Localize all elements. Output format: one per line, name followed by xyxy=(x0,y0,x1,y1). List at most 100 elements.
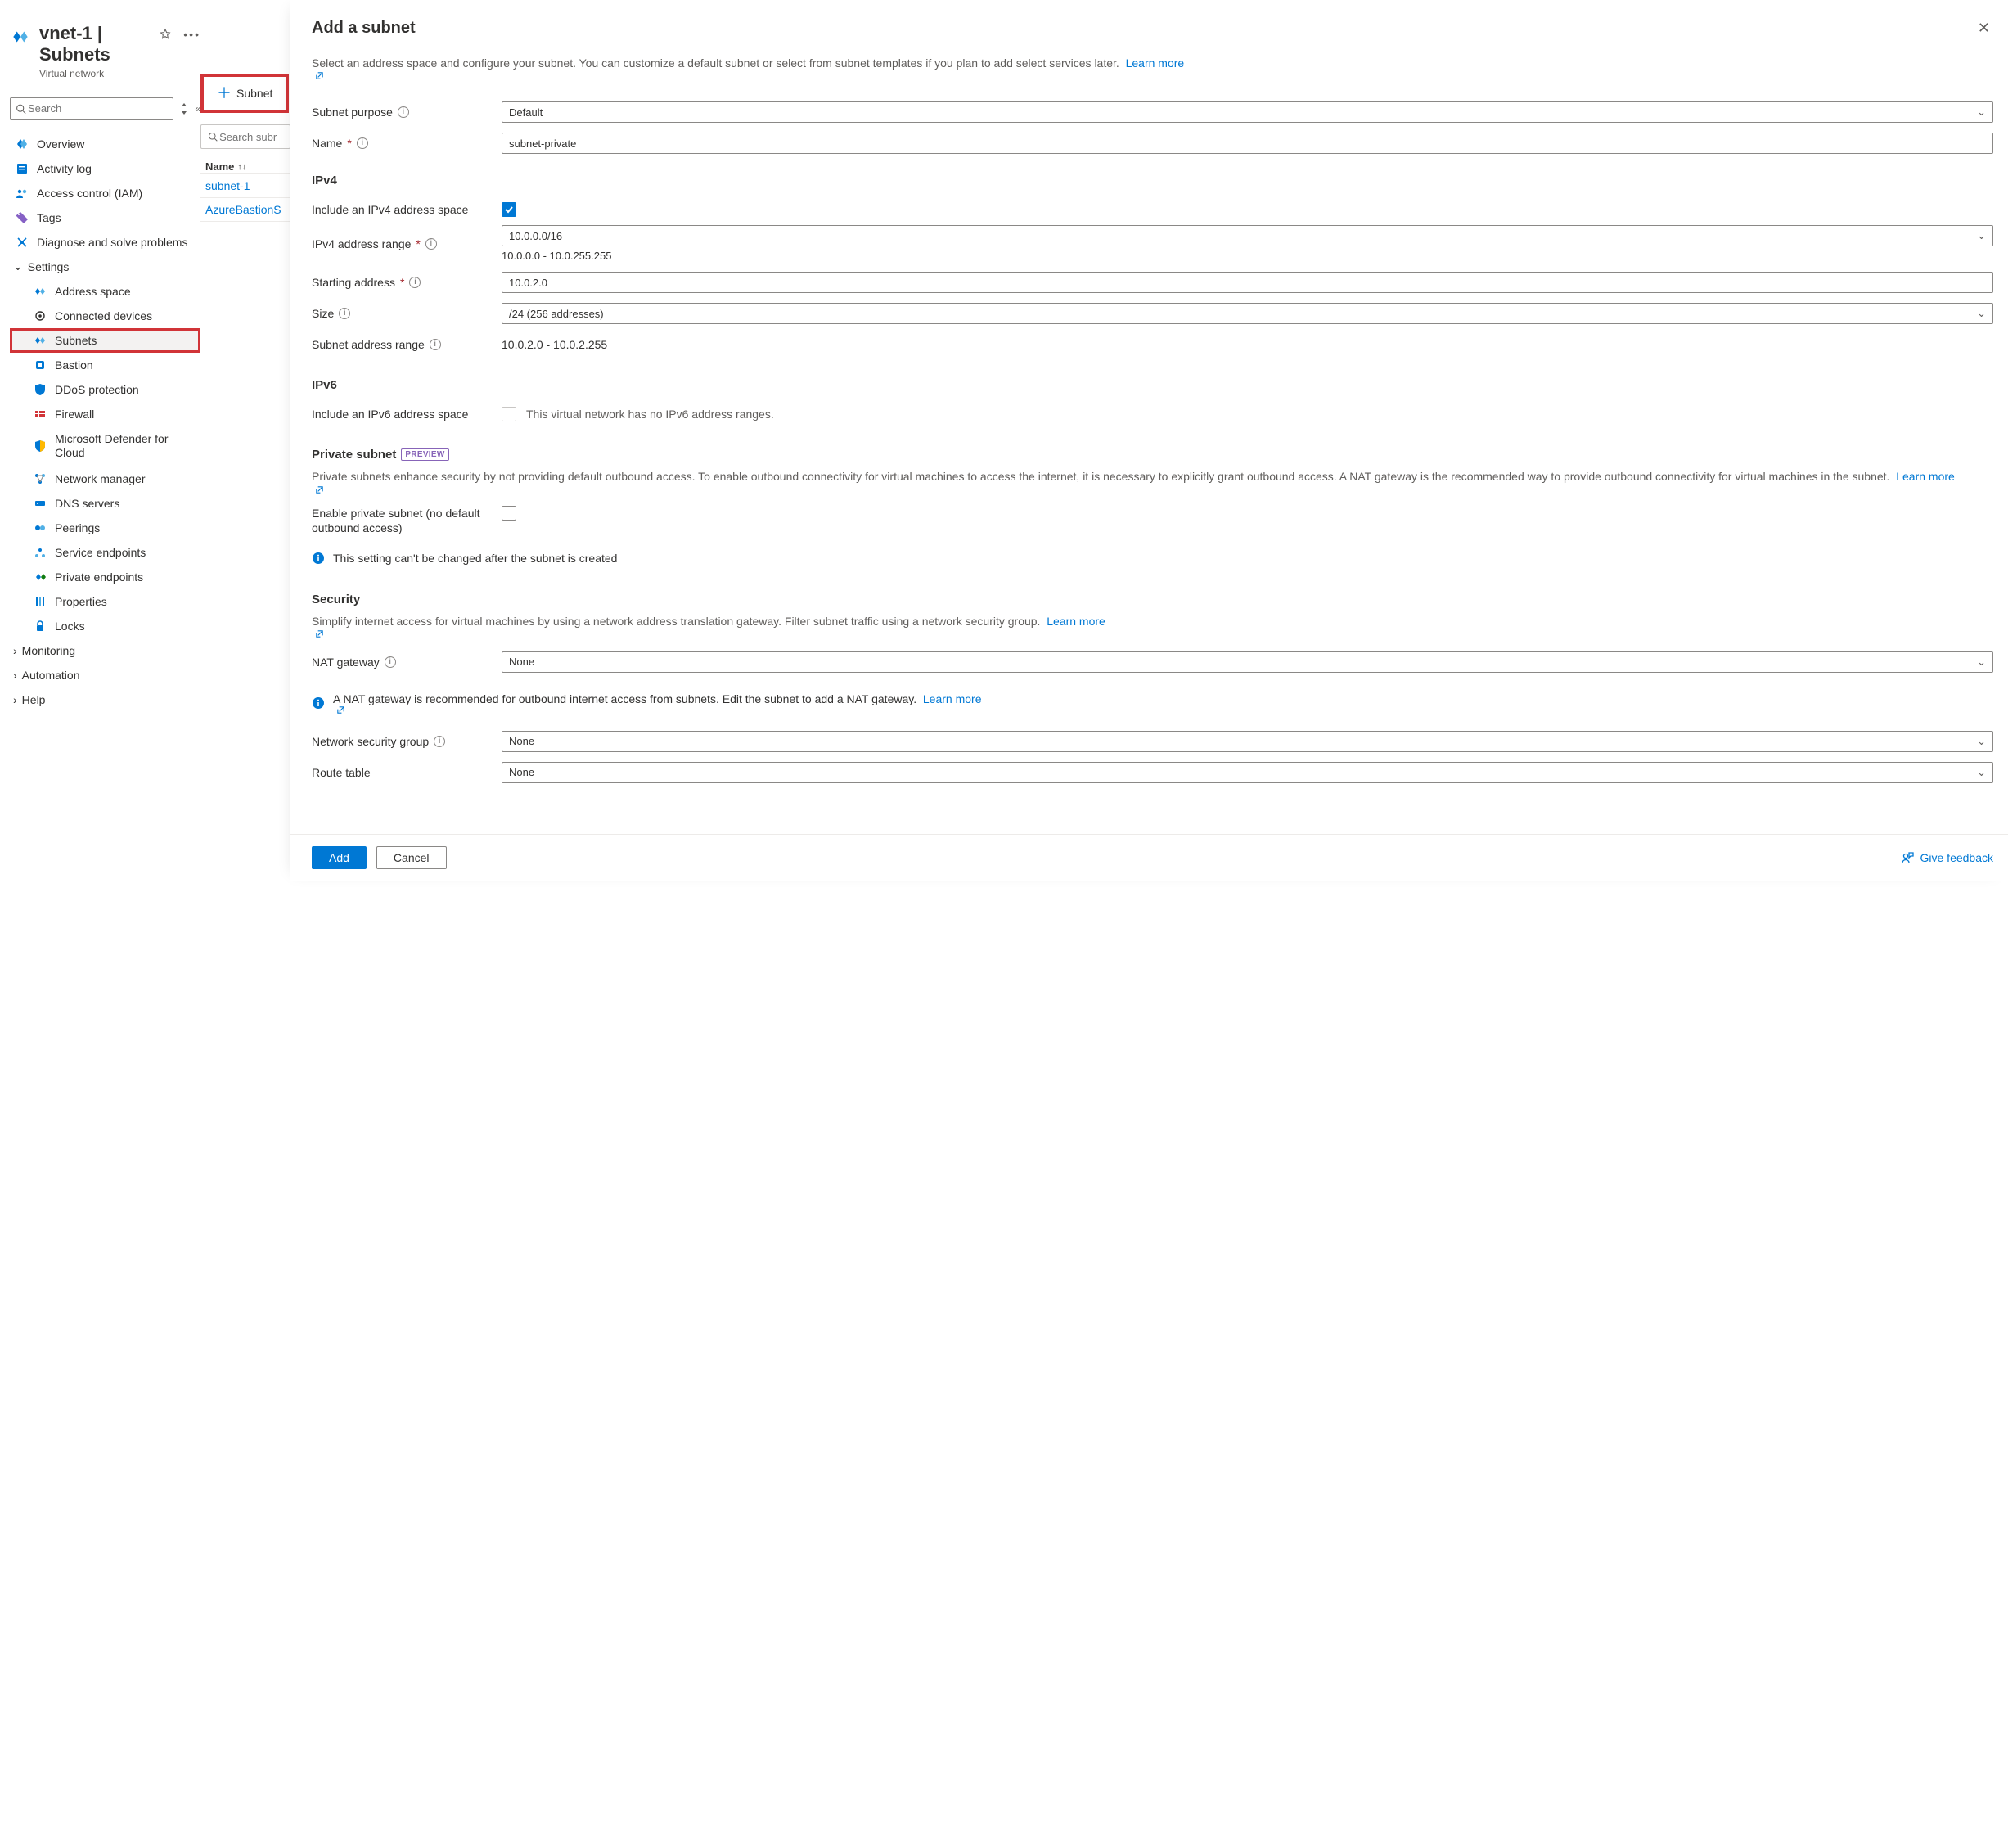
nav-service-endpoints[interactable]: Service endpoints xyxy=(10,540,200,565)
include-ipv6-label: Include an IPv6 address space xyxy=(312,408,468,421)
nav-diagnose[interactable]: Diagnose and solve problems xyxy=(10,230,200,255)
nav-access-control[interactable]: Access control (IAM) xyxy=(10,181,200,205)
bastion-icon xyxy=(34,358,47,372)
diagnose-icon xyxy=(16,236,29,249)
route-table-label: Route table xyxy=(312,766,371,779)
collapse-nav-icon[interactable]: « xyxy=(195,103,200,115)
select-value: 10.0.0.0/16 xyxy=(509,230,562,242)
subnet-link: AzureBastionS xyxy=(205,203,281,216)
close-icon[interactable]: ✕ xyxy=(1974,16,1993,40)
nav-label: Firewall xyxy=(55,408,94,421)
expand-collapse-icon[interactable] xyxy=(180,103,188,115)
callout-text: This setting can't be changed after the … xyxy=(333,552,617,565)
nav-label: Diagnose and solve problems xyxy=(37,236,187,249)
nsg-select[interactable]: None ⌄ xyxy=(502,731,1993,752)
nav-firewall[interactable]: Firewall xyxy=(10,402,200,426)
chevron-down-icon: ⌄ xyxy=(1977,735,1986,748)
info-icon[interactable]: i xyxy=(385,656,396,668)
defender-icon xyxy=(34,439,47,453)
nav-subnets[interactable]: Subnets xyxy=(10,328,200,353)
ipv4-range-select[interactable]: 10.0.0.0/16 ⌄ xyxy=(502,225,1993,246)
nav-properties[interactable]: Properties xyxy=(10,589,200,614)
table-header-name[interactable]: Name ↑↓ xyxy=(200,160,290,173)
info-icon[interactable]: i xyxy=(398,106,409,118)
size-select[interactable]: /24 (256 addresses) ⌄ xyxy=(502,303,1993,324)
nav-search[interactable] xyxy=(10,97,173,120)
iam-icon xyxy=(16,187,29,200)
private-endpoints-icon xyxy=(34,570,47,584)
favorite-star-icon[interactable] xyxy=(159,28,172,41)
subnet-search[interactable] xyxy=(200,124,290,149)
overview-icon xyxy=(16,137,29,151)
nav-activity-log[interactable]: Activity log xyxy=(10,156,200,181)
chevron-right-icon: › xyxy=(13,669,17,682)
nav-monitoring-toggle[interactable]: › Monitoring xyxy=(10,638,200,663)
info-icon[interactable]: i xyxy=(409,277,421,288)
info-icon[interactable]: i xyxy=(430,339,441,350)
route-table-select[interactable]: None ⌄ xyxy=(502,762,1993,783)
add-subnet-panel: Add a subnet ✕ Select an address space a… xyxy=(290,0,2008,881)
subnet-link: subnet-1 xyxy=(205,179,250,192)
include-ipv4-label: Include an IPv4 address space xyxy=(312,203,468,216)
more-actions-icon[interactable]: ••• xyxy=(183,28,200,41)
chevron-down-icon: ⌄ xyxy=(1977,766,1986,779)
nav-ddos[interactable]: DDoS protection xyxy=(10,377,200,402)
nav-settings-toggle[interactable]: ⌄ Settings xyxy=(10,255,200,279)
nat-note-callout: A NAT gateway is recommended for outboun… xyxy=(312,692,1993,714)
nav-locks[interactable]: Locks xyxy=(10,614,200,638)
nav-label: Connected devices xyxy=(55,309,152,322)
search-icon xyxy=(208,131,218,142)
starting-address-input[interactable] xyxy=(502,272,1993,293)
nav-search-input[interactable] xyxy=(26,101,168,115)
address-space-icon xyxy=(34,285,47,298)
nav-help-toggle[interactable]: › Help xyxy=(10,687,200,712)
give-feedback-link[interactable]: Give feedback xyxy=(1901,851,1994,864)
nav-peerings[interactable]: Peerings xyxy=(10,516,200,540)
service-endpoints-icon xyxy=(34,546,47,559)
ipv4-range-helper: 10.0.0.0 - 10.0.255.255 xyxy=(502,250,1993,262)
chevron-down-icon: ⌄ xyxy=(1977,106,1986,119)
add-subnet-label: Subnet xyxy=(236,87,272,100)
starting-address-label: Starting address xyxy=(312,276,395,289)
info-icon[interactable]: i xyxy=(357,137,368,149)
nav-automation-toggle[interactable]: › Automation xyxy=(10,663,200,687)
nav-label: Help xyxy=(22,693,46,706)
ipv4-heading: IPv4 xyxy=(312,174,1993,187)
nav-address-space[interactable]: Address space xyxy=(10,279,200,304)
nav-dns[interactable]: DNS servers xyxy=(10,491,200,516)
sort-icon: ↑↓ xyxy=(237,162,246,172)
subnet-search-input[interactable] xyxy=(218,130,283,144)
nav-overview[interactable]: Overview xyxy=(10,132,200,156)
nav-bastion[interactable]: Bastion xyxy=(10,353,200,377)
subnets-icon xyxy=(34,334,47,347)
nav-connected-devices[interactable]: Connected devices xyxy=(10,304,200,328)
nav-label: Network manager xyxy=(55,472,146,485)
add-button[interactable]: Add xyxy=(312,846,367,869)
nav-label: Private endpoints xyxy=(55,570,143,584)
nav-network-manager[interactable]: Network manager xyxy=(10,467,200,491)
firewall-icon xyxy=(34,408,47,421)
table-row[interactable]: subnet-1 xyxy=(200,173,290,197)
vnet-icon xyxy=(10,26,31,47)
nav-defender[interactable]: Microsoft Defender for Cloud xyxy=(10,426,200,467)
enable-private-checkbox[interactable] xyxy=(502,506,516,521)
select-value: Default xyxy=(509,106,543,119)
cancel-button[interactable]: Cancel xyxy=(376,846,447,869)
page-heading: vnet-1 | Subnets Virtual network ••• xyxy=(10,0,200,79)
table-row[interactable]: AzureBastionS xyxy=(200,197,290,222)
name-input[interactable] xyxy=(502,133,1993,154)
include-ipv4-checkbox[interactable] xyxy=(502,202,516,217)
info-icon[interactable]: i xyxy=(339,308,350,319)
lock-icon xyxy=(34,620,47,633)
nav-tags[interactable]: Tags xyxy=(10,205,200,230)
nat-gateway-select[interactable]: None ⌄ xyxy=(502,651,1993,673)
security-desc: Simplify internet access for virtual mac… xyxy=(312,613,1993,638)
preview-badge: PREVIEW xyxy=(401,448,448,461)
feedback-icon xyxy=(1901,851,1914,864)
add-subnet-button[interactable]: ＋ Subnet xyxy=(207,80,282,106)
nav-label: Monitoring xyxy=(22,644,75,657)
subnet-purpose-select[interactable]: Default ⌄ xyxy=(502,101,1993,123)
nav-private-endpoints[interactable]: Private endpoints xyxy=(10,565,200,589)
info-icon[interactable]: i xyxy=(434,736,445,747)
info-icon[interactable]: i xyxy=(425,238,437,250)
